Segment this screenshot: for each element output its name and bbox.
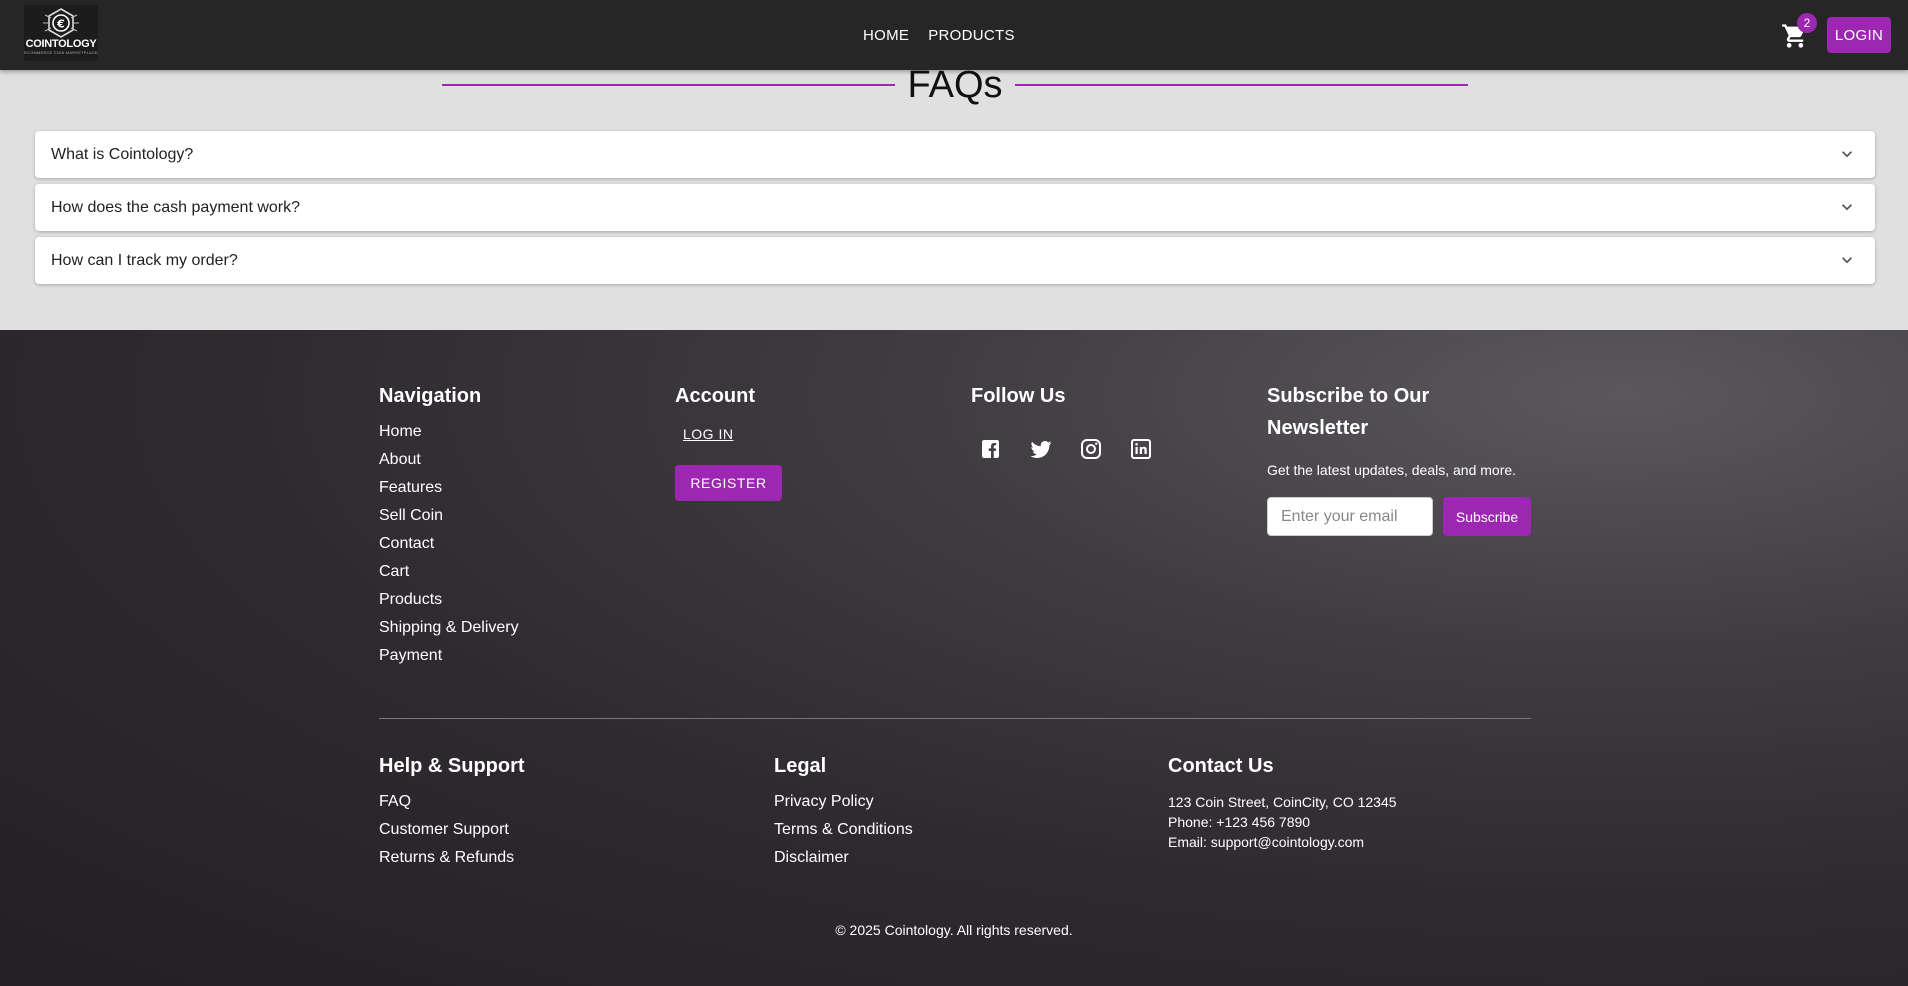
footer-contact-title: Contact Us xyxy=(1168,755,1274,777)
footer-divider xyxy=(379,718,1531,719)
faq-question: What is Cointology? xyxy=(51,145,194,163)
faq-question: How does the cash payment work? xyxy=(51,198,301,216)
faq-accordion-item[interactable]: How does the cash payment work? xyxy=(35,184,1875,231)
coin-emblem-icon: € xyxy=(43,8,79,38)
contact-address: 123 Coin Street, CoinCity, CO 12345 xyxy=(1168,794,1397,810)
footer-navigation-title: Navigation xyxy=(379,385,482,407)
footer-link-payment[interactable]: Payment xyxy=(379,642,519,670)
footer-account: Account xyxy=(675,380,755,412)
faq-title: FAQs xyxy=(907,64,1003,106)
footer-link-features[interactable]: Features xyxy=(379,474,519,502)
newsletter-email-input[interactable] xyxy=(1267,497,1433,536)
faq-accordion-item[interactable]: How can I track my order? xyxy=(35,237,1875,284)
instagram-icon[interactable] xyxy=(1079,437,1103,461)
copyright-text: © 2025 Cointology. All rights reserved. xyxy=(835,922,1073,938)
facebook-icon[interactable] xyxy=(979,437,1003,461)
login-button[interactable]: LOGIN xyxy=(1827,17,1891,53)
logo-tagline: ECOMMERCE COIN MARKETPLACE xyxy=(24,50,98,55)
cart-count-badge: 2 xyxy=(1797,13,1817,33)
footer-link-customer-support[interactable]: Customer Support xyxy=(379,816,525,844)
chevron-down-icon xyxy=(1842,204,1852,211)
footer-link-home[interactable]: Home xyxy=(379,418,519,446)
footer-link-contact[interactable]: Contact xyxy=(379,530,519,558)
contact-email: Email: support@cointology.com xyxy=(1168,834,1365,850)
faq-question: How can I track my order? xyxy=(51,251,238,269)
footer-link-about[interactable]: About xyxy=(379,446,519,474)
svg-text:€: € xyxy=(56,18,65,31)
faq-accordion-item[interactable]: What is Cointology? xyxy=(35,131,1875,178)
footer-newsletter-title: Subscribe to Our Newsletter xyxy=(1267,385,1430,439)
twitter-icon[interactable] xyxy=(1029,437,1053,461)
footer-help: Help & Support FAQ Customer Support Retu… xyxy=(379,750,525,872)
footer-link-returns[interactable]: Returns & Refunds xyxy=(379,844,525,872)
footer-link-faq[interactable]: FAQ xyxy=(379,788,525,816)
footer-legal-title: Legal xyxy=(774,755,827,777)
top-app-bar: € COINTOLOGY ECOMMERCE COIN MARKETPLACE … xyxy=(0,0,1908,70)
footer-navigation: Navigation Home About Features Sell Coin… xyxy=(379,380,519,670)
subscribe-button[interactable]: Subscribe xyxy=(1443,497,1531,536)
footer-link-shipping[interactable]: Shipping & Delivery xyxy=(379,614,519,642)
register-button[interactable]: REGISTER xyxy=(675,465,782,501)
footer-link-cart[interactable]: Cart xyxy=(379,558,519,586)
footer-link-privacy[interactable]: Privacy Policy xyxy=(774,788,913,816)
faq-heading-line-left xyxy=(442,84,896,86)
logo-text: COINTOLOGY xyxy=(25,38,97,50)
footer-follow-title: Follow Us xyxy=(971,385,1066,407)
chevron-down-icon xyxy=(1842,151,1852,158)
footer-legal: Legal Privacy Policy Terms & Conditions … xyxy=(774,750,913,872)
footer-link-sell-coin[interactable]: Sell Coin xyxy=(379,502,519,530)
footer-link-products[interactable]: Products xyxy=(379,586,519,614)
footer-account-title: Account xyxy=(675,385,755,407)
nav-home[interactable]: HOME xyxy=(863,27,909,44)
footer-follow: Follow Us xyxy=(971,380,1065,412)
site-footer: Navigation Home About Features Sell Coin… xyxy=(0,330,1908,986)
newsletter-description: Get the latest updates, deals, and more. xyxy=(1267,462,1517,478)
contact-phone: Phone: +123 456 7890 xyxy=(1168,814,1311,830)
footer-contact: Contact Us 123 Coin Street, CoinCity, CO… xyxy=(1168,750,1397,852)
faq-heading-line-right xyxy=(1014,84,1468,86)
footer-help-title: Help & Support xyxy=(379,755,525,777)
chevron-down-icon xyxy=(1842,257,1852,264)
main-nav: HOME PRODUCTS xyxy=(863,0,1015,70)
footer-link-terms[interactable]: Terms & Conditions xyxy=(774,816,913,844)
nav-products[interactable]: PRODUCTS xyxy=(928,27,1015,44)
footer-link-disclaimer[interactable]: Disclaimer xyxy=(774,844,913,872)
cart-button[interactable]: 2 xyxy=(1781,13,1817,50)
footer-login-link[interactable]: LOG IN xyxy=(683,426,733,442)
footer-newsletter: Subscribe to Our Newsletter xyxy=(1267,380,1487,444)
linkedin-icon[interactable] xyxy=(1129,437,1153,461)
cointology-logo[interactable]: € COINTOLOGY ECOMMERCE COIN MARKETPLACE xyxy=(24,5,98,61)
